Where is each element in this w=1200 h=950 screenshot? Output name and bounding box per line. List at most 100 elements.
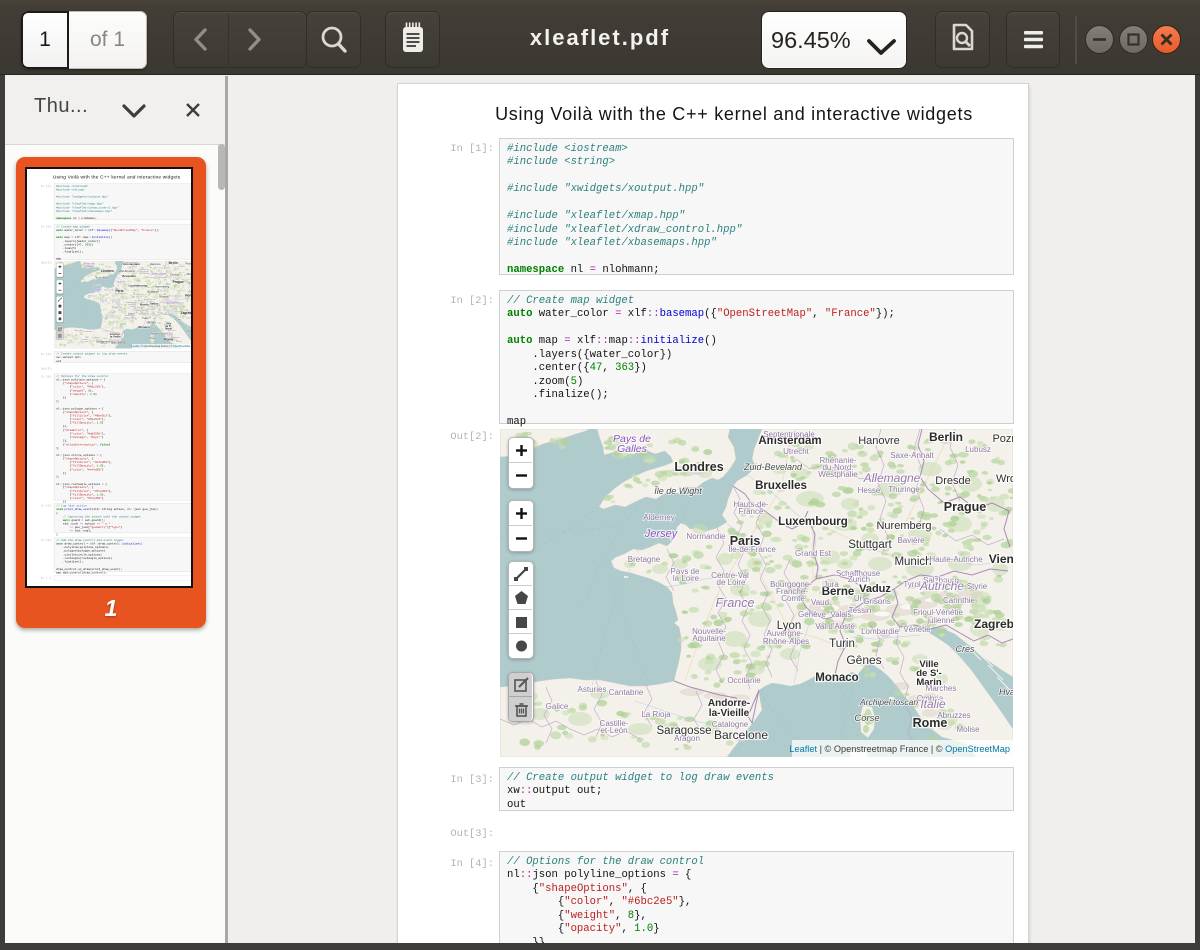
svg-text:Gênes: Gênes: [147, 321, 157, 325]
svg-text:Westphalie: Westphalie: [139, 272, 150, 275]
svg-text:Stuttgart: Stuttgart: [147, 290, 159, 294]
svg-text:Galice: Galice: [546, 702, 569, 711]
svg-text:Zuid-Beveland: Zuid-Beveland: [743, 462, 803, 472]
svg-text:Corse: Corse: [854, 713, 879, 724]
svg-text:Comté: Comté: [781, 594, 805, 603]
svg-text:Allemagne: Allemagne: [863, 471, 921, 485]
svg-text:Vénétie: Vénétie: [903, 625, 931, 634]
svg-text:Molise: Molise: [176, 341, 183, 343]
svg-text:Wro: Wro: [996, 473, 1013, 485]
svg-text:la Loire: la Loire: [673, 574, 700, 583]
svg-text:Saxe-Anhalt: Saxe-Anhalt: [890, 451, 934, 460]
svg-text:Molise: Molise: [956, 725, 980, 734]
svg-text:Jersey: Jersey: [93, 287, 102, 291]
svg-text:Bruxelles: Bruxelles: [122, 274, 136, 278]
svg-text:Hva: Hva: [999, 687, 1013, 697]
svg-text:et-León: et-León: [81, 340, 89, 343]
svg-text:Prague: Prague: [173, 280, 184, 284]
svg-text:Bretagne: Bretagne: [628, 555, 661, 564]
svg-text:Stuttgart: Stuttgart: [848, 539, 892, 551]
svg-text:Luxembourg: Luxembourg: [128, 284, 147, 288]
svg-text:Haute-Autriche: Haute-Autriche: [929, 555, 983, 564]
svg-text:Hanovre: Hanovre: [150, 262, 161, 266]
svg-text:Wro: Wro: [186, 272, 191, 276]
svg-text:Dresde: Dresde: [170, 273, 180, 277]
svg-text:Grand Est: Grand Est: [795, 549, 832, 558]
svg-text:Carinthie: Carinthie: [943, 596, 976, 605]
svg-text:Asturies: Asturies: [578, 685, 607, 694]
svg-text:Tessin: Tessin: [849, 606, 872, 615]
svg-text:Aragon: Aragon: [674, 734, 700, 743]
svg-text:de Loire: de Loire: [112, 301, 120, 304]
svg-text:Zurich: Zurich: [848, 575, 870, 584]
svg-text:Catalogne: Catalogne: [111, 338, 122, 341]
svg-text:Pozn: Pozn: [992, 433, 1013, 445]
svg-text:Autriche: Autriche: [165, 301, 178, 305]
svg-text:Lubusz: Lubusz: [965, 445, 991, 454]
svg-text:Vienn: Vienn: [185, 294, 191, 298]
svg-text:Grand Est: Grand Est: [133, 293, 143, 296]
svg-text:Comté: Comté: [129, 305, 136, 308]
svg-text:Tyrol: Tyrol: [903, 580, 921, 589]
svg-text:Haute-Autriche: Haute-Autriche: [169, 294, 184, 297]
svg-text:Allemagne: Allemagne: [150, 272, 166, 276]
svg-text:Saxe-Anhalt: Saxe-Anhalt: [158, 267, 170, 270]
svg-text:la Loire: la Loire: [100, 300, 108, 303]
svg-text:Lombardie: Lombardie: [861, 627, 899, 636]
svg-text:Aquitaine: Aquitaine: [692, 634, 726, 643]
svg-text:Genève: Genève: [134, 310, 142, 312]
svg-text:Gênes: Gênes: [846, 653, 881, 667]
svg-text:Val d'Aoste: Val d'Aoste: [138, 312, 149, 315]
svg-text:Jersey: Jersey: [644, 528, 679, 540]
svg-text:Septentrionale: Septentrionale: [763, 430, 815, 439]
svg-text:Galice: Galice: [66, 335, 73, 337]
svg-text:Nuremberg: Nuremberg: [876, 520, 931, 532]
svg-text:Tessin: Tessin: [147, 309, 154, 311]
svg-text:Westphalie: Westphalie: [818, 470, 858, 479]
svg-text:Catalogne: Catalogne: [712, 720, 749, 729]
svg-text:julienne: julienne: [926, 616, 955, 625]
svg-text:France: France: [739, 507, 764, 516]
svg-text:Occitanie: Occitanie: [115, 327, 125, 330]
svg-text:Carinthie: Carinthie: [172, 305, 181, 308]
svg-text:Bavière: Bavière: [160, 289, 168, 292]
svg-text:Turin: Turin: [829, 638, 855, 650]
svg-text:la-Vieille: la-Vieille: [110, 335, 121, 339]
svg-text:Cantabrie: Cantabrie: [609, 688, 644, 697]
svg-text:Utrecht: Utrecht: [783, 447, 810, 456]
svg-text:Galles: Galles: [85, 264, 94, 268]
svg-text:Dresde: Dresde: [935, 475, 970, 487]
svg-text:Abruzzes: Abruzzes: [171, 336, 180, 339]
svg-text:Lubusz: Lubusz: [178, 266, 185, 268]
svg-text:Île-de-France: Île-de-France: [727, 545, 776, 554]
svg-text:Normandie: Normandie: [104, 288, 115, 291]
svg-text:Île de Wight: Île de Wight: [95, 276, 108, 279]
svg-text:Grisons: Grisons: [863, 597, 891, 606]
svg-text:Londres: Londres: [101, 269, 114, 273]
svg-text:Cantabrie: Cantabrie: [83, 330, 93, 333]
svg-text:Berlin: Berlin: [929, 430, 963, 444]
svg-text:Zuid-Beveland: Zuid-Beveland: [118, 270, 135, 273]
svg-text:Leaflet | © Openstreetmap Fran: Leaflet | © Openstreetmap France | © Ope…: [789, 744, 1010, 754]
svg-text:Bretagne: Bretagne: [88, 294, 97, 297]
svg-text:Genève: Genève: [798, 610, 827, 619]
svg-text:Marches: Marches: [926, 684, 957, 693]
svg-text:Aragon: Aragon: [101, 342, 109, 345]
svg-text:Nuremberg: Nuremberg: [155, 285, 170, 289]
svg-text:Aquitaine: Aquitaine: [106, 316, 116, 319]
svg-text:Asturies: Asturies: [75, 329, 83, 332]
svg-text:Cres: Cres: [176, 318, 182, 321]
svg-text:France: France: [112, 305, 123, 309]
svg-text:Vienn: Vienn: [989, 552, 1013, 566]
svg-text:de Loire: de Loire: [717, 578, 746, 587]
svg-text:Rhône-Alpes: Rhône-Alpes: [124, 316, 136, 319]
svg-text:Alderney: Alderney: [643, 513, 675, 522]
svg-text:Prague: Prague: [944, 500, 986, 514]
svg-text:Île de Wight: Île de Wight: [654, 486, 702, 496]
svg-text:Zagreb: Zagreb: [181, 311, 191, 315]
svg-text:Zagreb: Zagreb: [974, 617, 1013, 631]
svg-text:Barcelone: Barcelone: [714, 728, 768, 742]
svg-text:Occitanie: Occitanie: [727, 676, 761, 685]
svg-text:France: France: [118, 282, 125, 285]
svg-text:Val d'Aoste: Val d'Aoste: [815, 622, 855, 631]
